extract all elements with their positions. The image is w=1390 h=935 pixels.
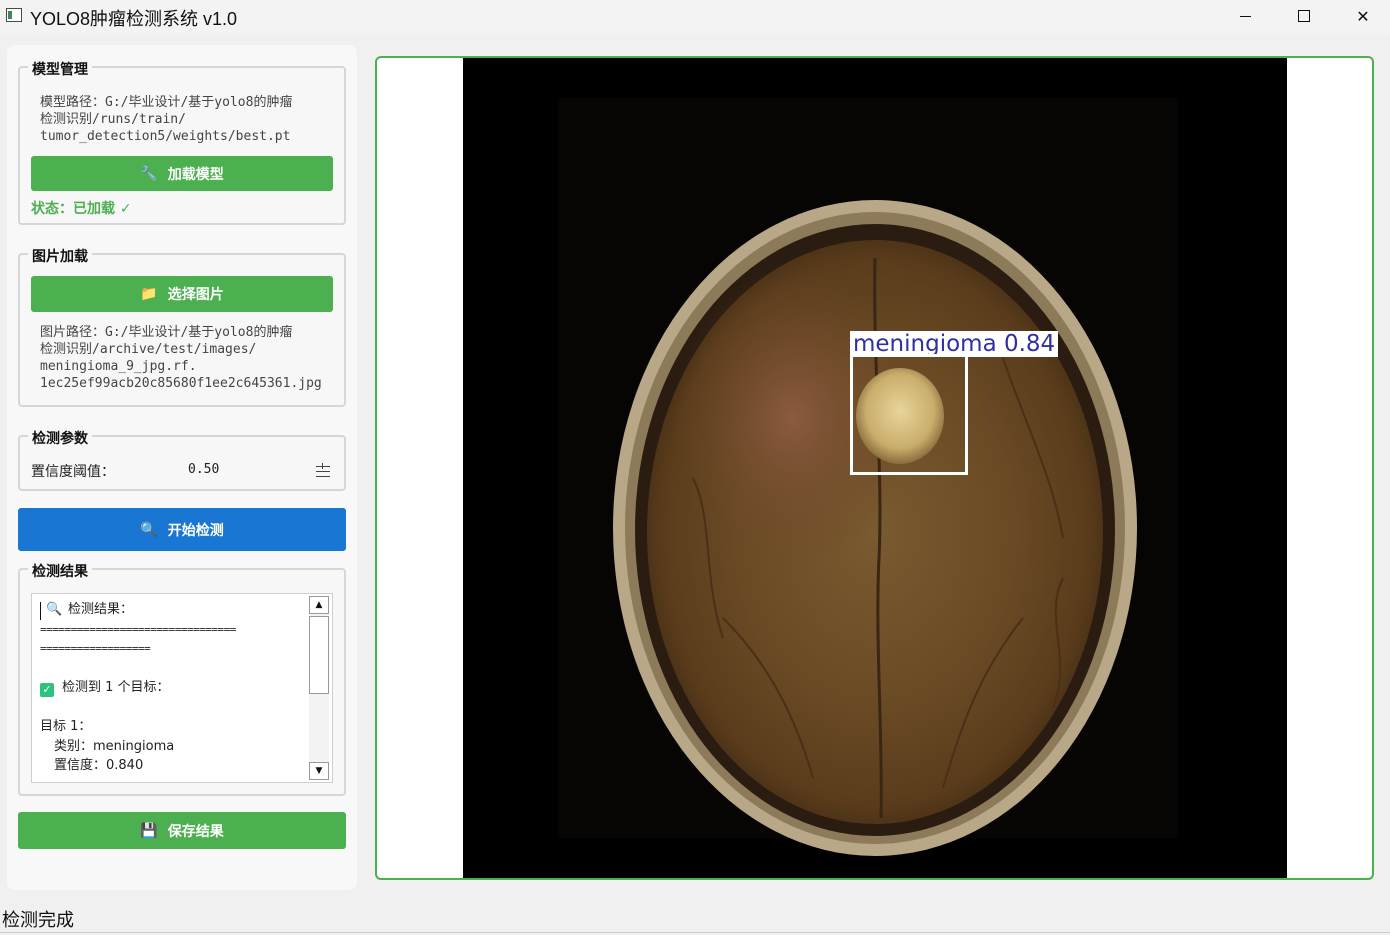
results-heading: 检测结果： — [68, 602, 134, 617]
select-image-button[interactable]: 📁 选择图片 — [31, 276, 333, 312]
save-icon: 💾 — [140, 822, 158, 839]
wrench-icon: 🔧 — [140, 165, 158, 182]
scroll-thumb[interactable] — [309, 616, 329, 694]
results-textarea[interactable]: 🔍 检测结果： ================================ … — [31, 593, 333, 783]
bottom-divider — [0, 932, 1390, 933]
results-group-title: 检测结果 — [28, 561, 92, 581]
model-status: 状态：已加载 ✓ — [31, 201, 132, 217]
image-path-line: 检测识别/archive/test/images/ — [40, 342, 257, 357]
params-group-title: 检测参数 — [28, 428, 92, 448]
scroll-down-button[interactable]: ▼ — [309, 762, 329, 780]
start-detection-label: 开始检测 — [167, 522, 224, 539]
results-group: 检测结果 🔍 检测结果： ============================… — [18, 561, 346, 796]
image-path-line: meningioma_9_jpg.rf. — [40, 359, 197, 374]
load-model-button[interactable]: 🔧 加载模型 — [31, 156, 333, 191]
model-path-line: tumor_detection5/weights/best.pt — [40, 129, 291, 144]
detection-count: 检测到 1 个目标： — [62, 680, 170, 695]
status-bar: 检测完成 — [2, 910, 74, 931]
image-display-panel: meningioma 0.84 — [375, 56, 1374, 880]
search-icon: 🔍 — [46, 602, 63, 617]
maximize-button[interactable] — [1275, 0, 1333, 32]
minimize-icon — [1239, 15, 1251, 17]
load-model-label: 加载模型 — [167, 166, 224, 183]
model-group: 模型管理 模型路径：G:/毕业设计/基于yolo8的肿瘤 检测识别/runs/t… — [18, 59, 346, 225]
model-group-title: 模型管理 — [28, 59, 92, 79]
window-title: YOLO8肿瘤检测系统 v1.0 — [30, 9, 238, 29]
scroll-up-button[interactable]: ▲ — [309, 596, 329, 614]
search-icon: 🔍 — [140, 521, 158, 538]
confidence-input[interactable]: 0.50 — [188, 462, 219, 477]
folder-icon: 📁 — [140, 286, 158, 302]
confidence-spinner[interactable] — [314, 459, 332, 481]
close-button[interactable]: ✕ — [1334, 0, 1390, 32]
close-icon: ✕ — [1356, 6, 1370, 26]
image-group: 图片加载 📁 选择图片 图片路径：G:/毕业设计/基于yolo8的肿瘤 检测识别… — [18, 246, 346, 407]
model-path: 模型路径：G:/毕业设计/基于yolo8的肿瘤 检测识别/runs/train/… — [40, 94, 340, 145]
check-icon: ✓ — [40, 683, 54, 697]
image-path: 图片路径：G:/毕业设计/基于yolo8的肿瘤 检测识别/archive/tes… — [40, 324, 340, 392]
model-path-line: 模型路径：G:/毕业设计/基于yolo8的肿瘤 — [40, 95, 293, 110]
minimize-button[interactable] — [1216, 0, 1274, 32]
maximize-icon — [1298, 10, 1310, 22]
app-icon — [6, 8, 22, 22]
target-class: 类别：meningioma — [54, 738, 175, 754]
results-scrollbar[interactable]: ▲ ▼ — [309, 596, 329, 780]
results-content: 🔍 检测结果： ================================ … — [40, 600, 306, 776]
select-image-label: 选择图片 — [167, 287, 224, 303]
control-panel: 模型管理 模型路径：G:/毕业设计/基于yolo8的肿瘤 检测识别/runs/t… — [7, 45, 357, 890]
target-title: 目标 1： — [40, 719, 92, 734]
title-bar: YOLO8肿瘤检测系统 v1.0 ✕ — [0, 0, 1390, 33]
image-path-line: 1ec25ef99acb20c85680f1ee2c645361.jpg — [40, 376, 322, 391]
start-detection-button[interactable]: 🔍 开始检测 — [18, 508, 346, 551]
detection-bounding-box — [850, 354, 968, 475]
separator: ================================ — [40, 622, 236, 636]
save-results-label: 保存结果 — [167, 823, 224, 840]
target-confidence: 置信度：0.840 — [54, 758, 144, 773]
model-path-line: 检测识别/runs/train/ — [40, 112, 186, 127]
confidence-label: 置信度阈值： — [31, 464, 115, 480]
save-results-button[interactable]: 💾 保存结果 — [18, 812, 346, 849]
mri-image: meningioma 0.84 — [463, 58, 1287, 878]
params-group: 检测参数 置信度阈值： 0.50 — [18, 428, 346, 491]
image-path-line: 图片路径：G:/毕业设计/基于yolo8的肿瘤 — [40, 325, 293, 340]
image-group-title: 图片加载 — [28, 246, 92, 266]
separator: ================== — [40, 642, 151, 655]
